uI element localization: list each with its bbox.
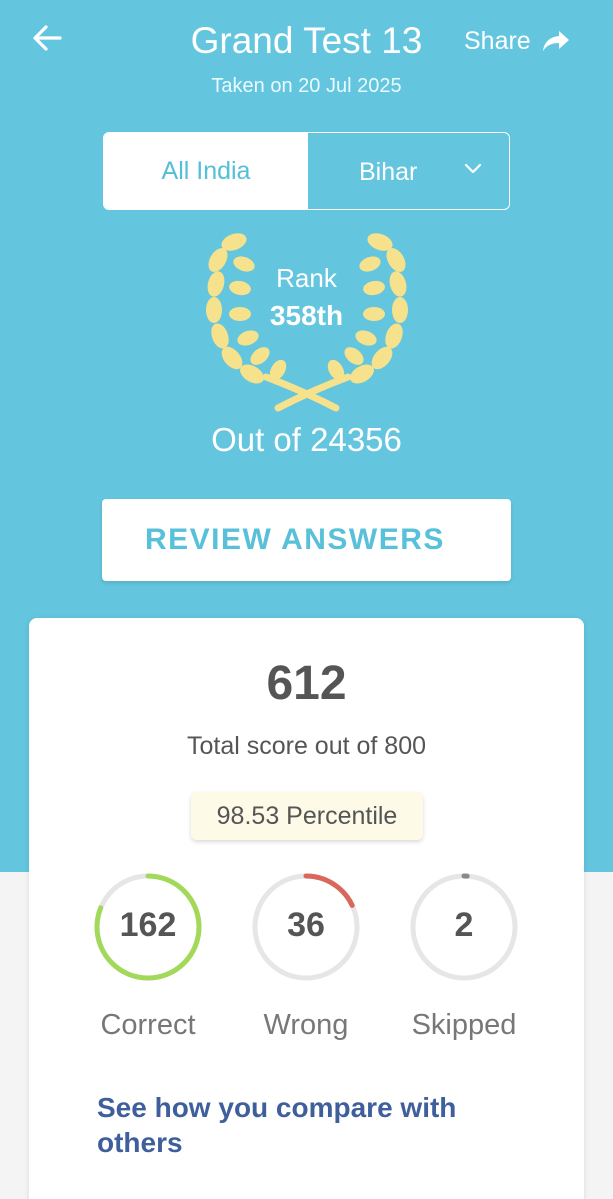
share-arrow-icon (542, 31, 569, 51)
state-dropdown[interactable]: Bihar (308, 133, 509, 209)
tab-all-india[interactable]: All India (104, 133, 308, 209)
rank-label: Rank (276, 263, 337, 293)
review-answers-label: REVIEW ANSWERS (145, 523, 445, 556)
correct-label: Correct (100, 1009, 196, 1041)
total-score: 612 (266, 657, 347, 710)
compare-with-others-link[interactable]: See how you compare with others (97, 1090, 517, 1160)
rank-value: 358th (269, 300, 344, 331)
chevron-down-icon (464, 163, 482, 174)
region-toggle: All India Bihar (103, 132, 510, 210)
state-dropdown-label: Bihar (359, 158, 418, 186)
tab-all-india-label: All India (161, 156, 251, 185)
correct-count: 162 (119, 906, 177, 944)
stat-correct: 162 Correct (78, 872, 218, 1042)
stat-wrong: 36 Wrong (236, 872, 376, 1042)
wrong-label: Wrong (263, 1009, 349, 1041)
percentile-text: 98.53 Percentile (216, 801, 398, 830)
wrong-count: 36 (287, 906, 325, 944)
percentile-badge: 98.53 Percentile (191, 792, 423, 840)
test-date: Taken on 20 Jul 2025 (211, 75, 402, 97)
stat-skipped: 2 Skipped (394, 872, 534, 1042)
review-answers-button[interactable]: REVIEW ANSWERS (102, 499, 511, 581)
skipped-label: Skipped (411, 1009, 517, 1041)
skipped-count: 2 (454, 906, 474, 944)
rank-total: Out of 24356 (211, 421, 402, 458)
score-caption: Total score out of 800 (186, 732, 427, 760)
share-button[interactable]: Share (464, 24, 571, 58)
score-card: 612 Total score out of 800 98.53 Percent… (29, 618, 584, 1199)
share-label: Share (464, 26, 531, 55)
